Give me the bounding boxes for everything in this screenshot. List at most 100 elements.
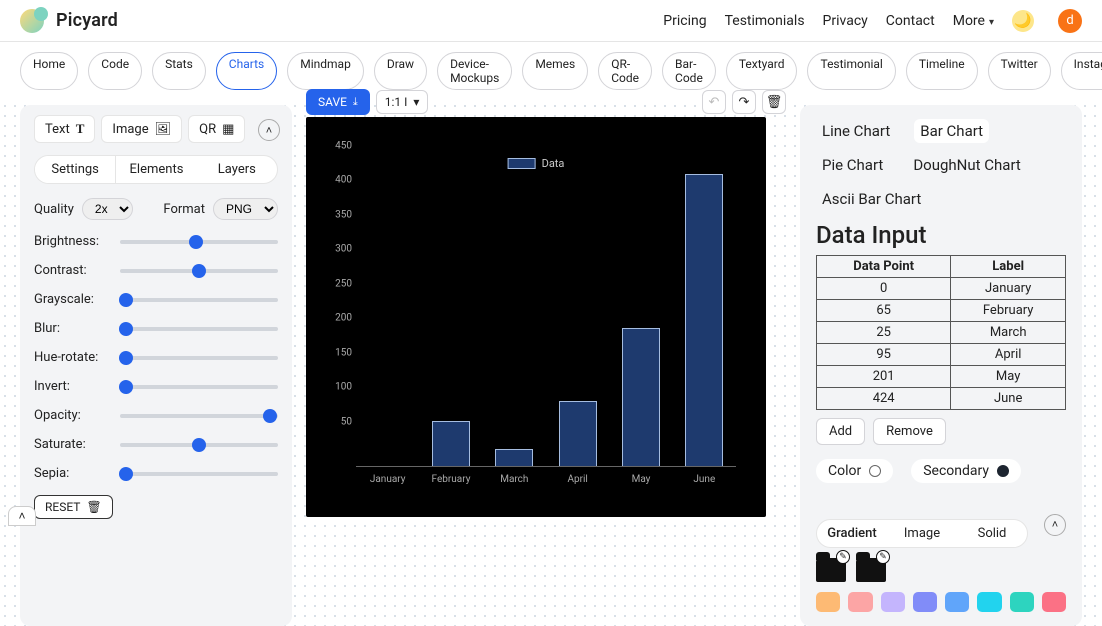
chart-type-tab[interactable]: Line Chart xyxy=(816,119,896,143)
remove-button[interactable]: Remove xyxy=(873,418,946,445)
bar[interactable] xyxy=(622,328,660,466)
slider-track[interactable] xyxy=(120,443,278,447)
bar[interactable] xyxy=(685,174,723,466)
swatch[interactable] xyxy=(913,592,937,612)
pill-charts[interactable]: Charts xyxy=(216,52,277,90)
cell-data-point[interactable]: 95 xyxy=(817,344,951,366)
cell-label[interactable]: May xyxy=(951,366,1066,388)
slider-thumb[interactable] xyxy=(192,438,206,452)
pill-device-mockups[interactable]: Device-Mockups xyxy=(437,52,512,90)
slider-thumb[interactable] xyxy=(119,467,133,481)
cell-label[interactable]: March xyxy=(951,322,1066,344)
expand-fab[interactable]: ˄ xyxy=(8,506,36,526)
table-row[interactable]: 25March xyxy=(817,322,1066,344)
bg-tab-image[interactable]: Image xyxy=(887,520,957,547)
pill-qr-code[interactable]: QR-Code xyxy=(598,52,652,90)
slider-thumb[interactable] xyxy=(189,235,203,249)
quality-select[interactable]: 2x xyxy=(82,198,133,220)
pill-timeline[interactable]: Timeline xyxy=(906,52,978,90)
secondary-picker[interactable]: Secondary xyxy=(911,459,1021,483)
subtab-elements[interactable]: Elements xyxy=(116,156,196,183)
collapse-left-icon[interactable]: ˄ xyxy=(258,119,280,141)
subtab-layers[interactable]: Layers xyxy=(197,156,277,183)
cell-data-point[interactable]: 65 xyxy=(817,300,951,322)
pill-textyard[interactable]: Textyard xyxy=(726,52,798,90)
pill-draw[interactable]: Draw xyxy=(374,52,427,90)
cell-data-point[interactable]: 424 xyxy=(817,388,951,410)
slider-track[interactable] xyxy=(120,327,278,331)
pill-home[interactable]: Home xyxy=(20,52,78,90)
chart-type-tab[interactable]: Ascii Bar Chart xyxy=(816,187,927,211)
insert-qr-tab[interactable]: QR▦ xyxy=(188,115,245,143)
chart-type-tab[interactable]: Bar Chart xyxy=(914,119,989,143)
pill-memes[interactable]: Memes xyxy=(522,52,588,90)
nav-privacy[interactable]: Privacy xyxy=(823,13,868,29)
theme-toggle-icon[interactable]: 🌙 xyxy=(1012,10,1034,32)
cell-data-point[interactable]: 201 xyxy=(817,366,951,388)
color-picker[interactable]: Color xyxy=(816,459,893,483)
swatch[interactable] xyxy=(977,592,1001,612)
pill-twitter[interactable]: Twitter xyxy=(988,52,1051,90)
subtab-settings[interactable]: Settings xyxy=(35,156,116,183)
swatch[interactable] xyxy=(881,592,905,612)
slider-thumb[interactable] xyxy=(263,409,277,423)
slider-thumb[interactable] xyxy=(119,293,133,307)
slider-track[interactable] xyxy=(120,472,278,476)
canvas[interactable]: Data 50100150200250300350400450 JanuaryF… xyxy=(306,117,766,517)
nav-testimonials[interactable]: Testimonials xyxy=(725,13,805,29)
delete-button[interactable]: 🗑 xyxy=(762,90,786,114)
swatch[interactable] xyxy=(945,592,969,612)
nav-more[interactable]: More xyxy=(953,13,994,29)
slider-track[interactable] xyxy=(120,240,278,244)
undo-button[interactable]: ↶ xyxy=(702,90,726,114)
bar[interactable] xyxy=(495,449,533,466)
swatch[interactable] xyxy=(816,592,840,612)
cell-label[interactable]: February xyxy=(951,300,1066,322)
table-row[interactable]: 0January xyxy=(817,278,1066,300)
chart-type-tab[interactable]: DoughNut Chart xyxy=(907,153,1027,177)
insert-text-tab[interactable]: TextT xyxy=(34,115,95,143)
table-row[interactable]: 201May xyxy=(817,366,1066,388)
cell-label[interactable]: April xyxy=(951,344,1066,366)
cell-data-point[interactable]: 0 xyxy=(817,278,951,300)
slider-track[interactable] xyxy=(120,414,278,418)
pill-mindmap[interactable]: Mindmap xyxy=(287,52,364,90)
format-select[interactable]: PNG xyxy=(213,198,278,220)
slider-thumb[interactable] xyxy=(119,322,133,336)
slider-track[interactable] xyxy=(120,356,278,360)
folder-1[interactable]: ✎ xyxy=(816,558,846,582)
table-row[interactable]: 65February xyxy=(817,300,1066,322)
pill-stats[interactable]: Stats xyxy=(152,52,206,90)
nav-contact[interactable]: Contact xyxy=(886,13,935,29)
redo-button[interactable]: ↷ xyxy=(732,90,756,114)
bg-tab-gradient[interactable]: Gradient xyxy=(817,520,887,547)
reset-button[interactable]: RESET🗑 xyxy=(34,495,113,519)
bg-tab-solid[interactable]: Solid xyxy=(957,520,1027,547)
collapse-right-icon[interactable]: ˄ xyxy=(1044,514,1066,536)
aspect-select[interactable]: 1:1 I▾ xyxy=(376,90,429,114)
nav-pricing[interactable]: Pricing xyxy=(663,13,706,29)
pill-testimonial[interactable]: Testimonial xyxy=(807,52,895,90)
swatch[interactable] xyxy=(1010,592,1034,612)
add-button[interactable]: Add xyxy=(816,418,865,445)
slider-thumb[interactable] xyxy=(119,380,133,394)
slider-track[interactable] xyxy=(120,269,278,273)
bar[interactable] xyxy=(559,401,597,466)
table-row[interactable]: 424June xyxy=(817,388,1066,410)
bar[interactable] xyxy=(432,421,470,466)
cell-label[interactable]: June xyxy=(951,388,1066,410)
swatch[interactable] xyxy=(848,592,872,612)
chart-type-tab[interactable]: Pie Chart xyxy=(816,153,889,177)
pill-instagram[interactable]: Instagram xyxy=(1061,52,1102,90)
pill-code[interactable]: Code xyxy=(88,52,142,90)
slider-track[interactable] xyxy=(120,298,278,302)
folder-2[interactable]: ✎ xyxy=(856,558,886,582)
slider-thumb[interactable] xyxy=(119,351,133,365)
slider-thumb[interactable] xyxy=(192,264,206,278)
insert-image-tab[interactable]: Image🖼 xyxy=(101,115,182,143)
cell-data-point[interactable]: 25 xyxy=(817,322,951,344)
save-button[interactable]: SAVE⤓ xyxy=(306,89,370,115)
pill-bar-code[interactable]: Bar-Code xyxy=(662,52,716,90)
table-row[interactable]: 95April xyxy=(817,344,1066,366)
cell-label[interactable]: January xyxy=(951,278,1066,300)
